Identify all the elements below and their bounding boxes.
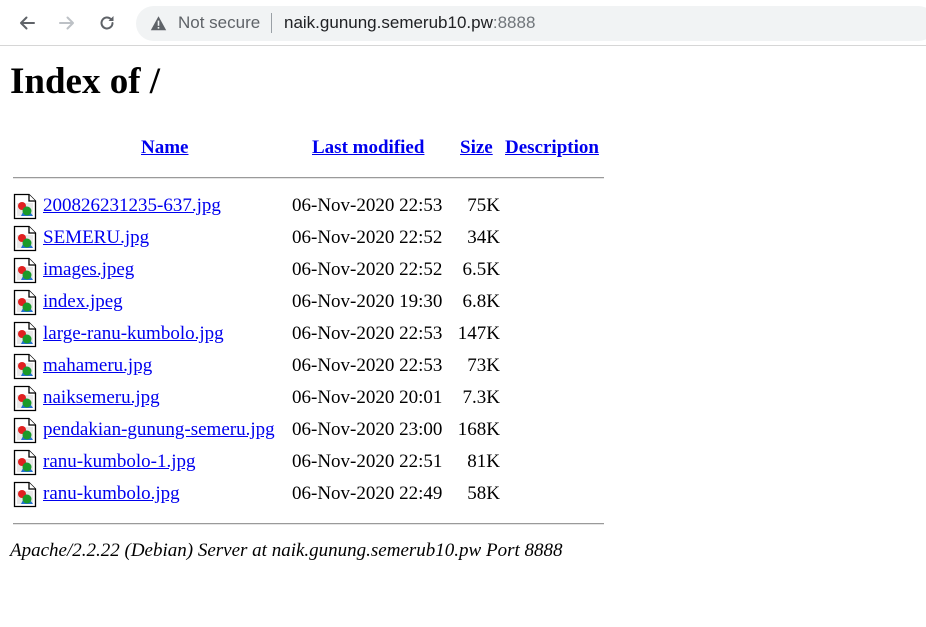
file-modified-date: 06-Nov-2020 22:53 xyxy=(292,195,443,216)
url-text[interactable]: naik.gunung.semerub10.pw:8888 xyxy=(284,13,535,33)
sort-by-size-link[interactable]: Size xyxy=(460,137,493,159)
image-file-icon[interactable] xyxy=(13,353,37,380)
arrow-left-icon xyxy=(20,16,35,30)
file-row: naiksemeru.jpg 06-Nov-2020 20:01 7.3K xyxy=(0,385,620,419)
file-modified-date: 06-Nov-2020 22:52 xyxy=(292,259,443,280)
sort-by-description-link[interactable]: Description xyxy=(505,137,599,159)
browser-toolbar: Not secure naik.gunung.semerub10.pw:8888 xyxy=(0,0,926,46)
url-host: naik.gunung.semerub10.pw xyxy=(284,13,493,32)
back-button[interactable] xyxy=(12,8,42,38)
forward-button[interactable] xyxy=(52,8,82,38)
image-file-icon[interactable] xyxy=(13,449,37,476)
file-row: index.jpeg 06-Nov-2020 19:30 6.8K xyxy=(0,289,620,323)
sort-by-last-modified-link[interactable]: Last modified xyxy=(312,137,424,159)
file-row: pendakian-gunung-semeru.jpg 06-Nov-2020 … xyxy=(0,417,620,451)
header-divider xyxy=(13,177,604,179)
file-name-link[interactable]: pendakian-gunung-semeru.jpg xyxy=(43,419,275,441)
file-name-link[interactable]: index.jpeg xyxy=(43,291,123,313)
file-name-link[interactable]: ranu-kumbolo-1.jpg xyxy=(43,451,196,473)
file-modified-date: 06-Nov-2020 22:53 xyxy=(292,323,443,344)
file-size: 7.3K xyxy=(462,387,500,408)
image-file-icon[interactable] xyxy=(13,321,37,348)
file-modified-date: 06-Nov-2020 23:00 xyxy=(292,419,443,440)
image-file-icon[interactable] xyxy=(13,289,37,316)
page-title: Index of / xyxy=(10,61,161,102)
file-size: 147K xyxy=(457,323,500,344)
file-modified-date: 06-Nov-2020 22:51 xyxy=(292,451,443,472)
image-file-icon[interactable] xyxy=(13,481,37,508)
sort-by-name-link[interactable]: Name xyxy=(141,137,188,159)
file-name-link[interactable]: large-ranu-kumbolo.jpg xyxy=(43,323,224,345)
file-row: mahameru.jpg 06-Nov-2020 22:53 73K xyxy=(0,353,620,387)
image-file-icon[interactable] xyxy=(13,385,37,412)
file-row: ranu-kumbolo.jpg 06-Nov-2020 22:49 58K xyxy=(0,481,620,515)
address-separator xyxy=(271,13,272,33)
footer-divider xyxy=(13,523,604,525)
file-name-link[interactable]: images.jpeg xyxy=(43,259,134,281)
file-modified-date: 06-Nov-2020 22:49 xyxy=(292,483,443,504)
file-row: ranu-kumbolo-1.jpg 06-Nov-2020 22:51 81K xyxy=(0,449,620,483)
file-modified-date: 06-Nov-2020 19:30 xyxy=(292,291,443,312)
server-signature: Apache/2.2.22 (Debian) Server at naik.gu… xyxy=(10,540,563,561)
file-row: large-ranu-kumbolo.jpg 06-Nov-2020 22:53… xyxy=(0,321,620,355)
file-size: 34K xyxy=(467,227,500,248)
file-size: 73K xyxy=(467,355,500,376)
file-size: 58K xyxy=(467,483,500,504)
file-size: 168K xyxy=(457,419,500,440)
image-file-icon[interactable] xyxy=(13,417,37,444)
file-modified-date: 06-Nov-2020 22:52 xyxy=(292,227,443,248)
url-port: :8888 xyxy=(492,13,536,32)
image-file-icon[interactable] xyxy=(13,193,37,220)
file-size: 81K xyxy=(467,451,500,472)
file-size: 6.5K xyxy=(462,259,500,280)
file-modified-date: 06-Nov-2020 22:53 xyxy=(292,355,443,376)
file-row: images.jpeg 06-Nov-2020 22:52 6.5K xyxy=(0,257,620,291)
warning-triangle-icon[interactable] xyxy=(150,15,167,32)
file-size: 6.8K xyxy=(462,291,500,312)
reload-button[interactable] xyxy=(92,8,122,38)
file-name-link[interactable]: ranu-kumbolo.jpg xyxy=(43,483,180,505)
security-label[interactable]: Not secure xyxy=(178,13,260,33)
file-name-link[interactable]: 200826231235-637.jpg xyxy=(43,195,221,217)
file-name-link[interactable]: naiksemeru.jpg xyxy=(43,387,160,409)
file-size: 75K xyxy=(467,195,500,216)
file-modified-date: 06-Nov-2020 20:01 xyxy=(292,387,443,408)
address-bar[interactable]: Not secure naik.gunung.semerub10.pw:8888 xyxy=(136,6,926,41)
reload-icon xyxy=(100,16,114,30)
file-name-link[interactable]: SEMERU.jpg xyxy=(43,227,149,249)
file-name-link[interactable]: mahameru.jpg xyxy=(43,355,152,377)
image-file-icon[interactable] xyxy=(13,225,37,252)
image-file-icon[interactable] xyxy=(13,257,37,284)
arrow-right-icon xyxy=(59,16,74,30)
file-row: 200826231235-637.jpg 06-Nov-2020 22:53 7… xyxy=(0,193,620,227)
file-row: SEMERU.jpg 06-Nov-2020 22:52 34K xyxy=(0,225,620,259)
